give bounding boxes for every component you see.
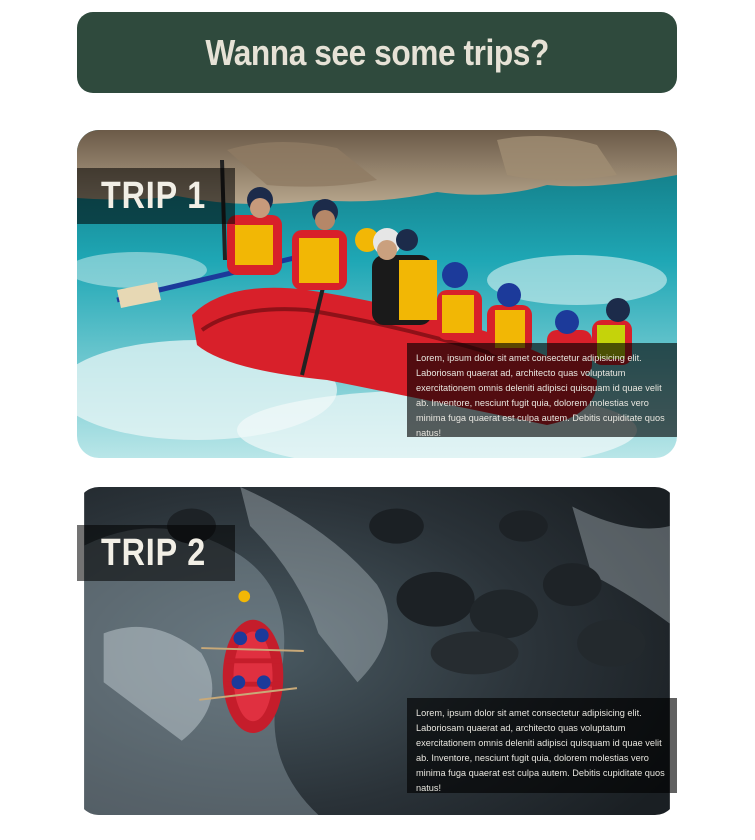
- trips-page: Wanna see some trips? TRIP 1 Lorem, ipsu…: [0, 0, 755, 840]
- trip-1-description: Lorem, ipsum dolor sit amet consectetur …: [407, 343, 677, 438]
- section-header: Wanna see some trips?: [77, 12, 677, 93]
- trip-card-2[interactable]: TRIP 2 Lorem, ipsum dolor sit amet conse…: [77, 487, 677, 815]
- trip-1-label: TRIP 1: [77, 168, 235, 224]
- trip-2-label: TRIP 2: [77, 525, 235, 581]
- section-title: Wanna see some trips?: [205, 31, 549, 73]
- trip-2-description: Lorem, ipsum dolor sit amet consectetur …: [407, 698, 677, 793]
- trip-card-1[interactable]: TRIP 1 Lorem, ipsum dolor sit amet conse…: [77, 130, 677, 458]
